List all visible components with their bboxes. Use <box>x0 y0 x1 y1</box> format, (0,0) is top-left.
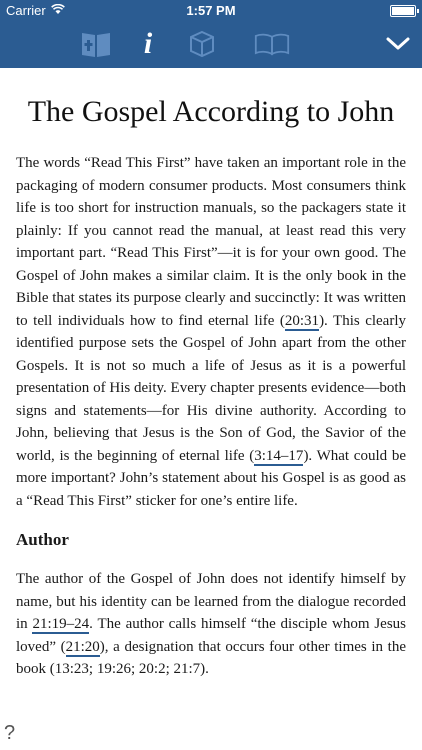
book-button[interactable] <box>254 28 290 60</box>
info-icon: i <box>143 27 153 60</box>
cube-icon <box>190 30 214 58</box>
page-title: The Gospel According to John <box>27 95 395 128</box>
scripture-link-20-31[interactable]: 20:31 <box>284 312 320 331</box>
scripture-link-21-20[interactable]: 21:20 <box>65 638 100 657</box>
intro-text-2: ). This clearly identified purpose sets … <box>16 312 406 464</box>
author-heading: Author <box>16 530 69 549</box>
intro-paragraph: The words “Read This First” have taken a… <box>16 152 406 512</box>
chevron-down-icon <box>386 37 410 50</box>
status-bar: Carrier 1:57 PM <box>0 0 422 20</box>
intro-text-1: The words “Read This First” have taken a… <box>16 155 406 329</box>
scripture-link-21-19-24[interactable]: 21:19–24 <box>32 616 90 634</box>
article-content: The Gospel According to John The words “… <box>0 68 422 750</box>
info-button[interactable]: i <box>130 27 166 60</box>
battery-icon <box>390 5 419 17</box>
bible-icon <box>82 33 110 57</box>
bible-button[interactable] <box>78 28 114 60</box>
help-button[interactable]: ? <box>4 722 24 748</box>
open-book-icon <box>254 33 290 56</box>
clock: 1:57 PM <box>186 3 236 18</box>
scripture-link-3-14-17[interactable]: 3:14–17 <box>254 447 304 466</box>
author-paragraph: The author of the Gospel of John does no… <box>16 568 406 681</box>
collapse-button[interactable] <box>380 28 416 60</box>
cube-button[interactable] <box>184 28 220 60</box>
toolbar: i <box>0 20 422 68</box>
